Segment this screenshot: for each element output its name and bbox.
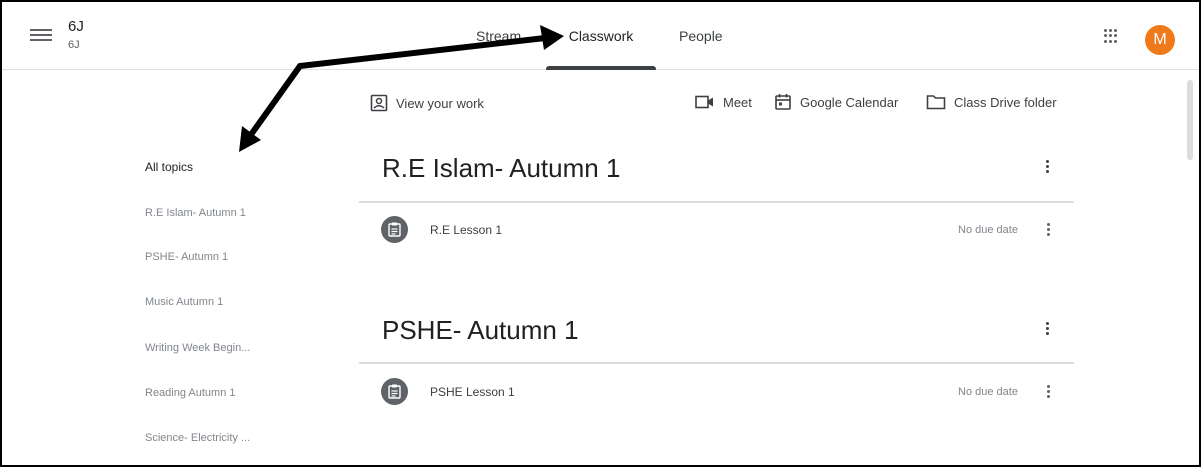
section-more-options-icon[interactable]: [1043, 320, 1051, 340]
tab-people[interactable]: People: [679, 2, 723, 70]
scrollbar-thumb[interactable]: [1187, 80, 1193, 160]
top-app-bar: 6J 6J Stream Classwork People M: [2, 2, 1199, 70]
folder-icon: [926, 95, 946, 110]
google-calendar-button[interactable]: Google Calendar: [774, 92, 898, 112]
class-name[interactable]: 6J: [68, 18, 84, 35]
section-title: R.E Islam- Autumn 1: [382, 153, 621, 183]
apps-grid-icon[interactable]: [1104, 29, 1118, 43]
topic-writing-week[interactable]: Writing Week Begin...: [145, 342, 250, 354]
due-date-label: No due date: [958, 386, 1018, 398]
topic-science-electricity[interactable]: Science- Electricity ...: [145, 432, 250, 444]
class-drive-folder-label: Class Drive folder: [954, 94, 1057, 110]
classroom-window: 6J 6J Stream Classwork People M View you…: [0, 0, 1201, 467]
section-divider: [359, 201, 1074, 203]
topic-music[interactable]: Music Autumn 1: [145, 296, 223, 308]
avatar[interactable]: M: [1145, 25, 1175, 55]
list-item-title[interactable]: R.E Lesson 1: [430, 223, 502, 237]
item-more-options-icon[interactable]: [1044, 221, 1052, 241]
hamburger-menu-icon[interactable]: [30, 26, 52, 46]
class-section: 6J: [68, 39, 80, 51]
topic-all-topics[interactable]: All topics: [145, 160, 193, 174]
video-camera-icon: [695, 95, 713, 109]
section-title: PSHE- Autumn 1: [382, 315, 579, 345]
topic-re-islam[interactable]: R.E Islam- Autumn 1: [145, 207, 246, 219]
google-calendar-label: Google Calendar: [800, 94, 899, 110]
list-item-title[interactable]: PSHE Lesson 1: [430, 385, 515, 399]
meet-label: Meet: [723, 94, 752, 110]
section-divider: [359, 362, 1074, 364]
topic-pshe[interactable]: PSHE- Autumn 1: [145, 251, 228, 263]
due-date-label: No due date: [958, 224, 1018, 236]
item-more-options-icon[interactable]: [1044, 383, 1052, 403]
calendar-icon: [775, 94, 791, 110]
tab-classwork[interactable]: Classwork: [546, 2, 656, 70]
class-drive-folder-button[interactable]: Class Drive folder: [926, 92, 1057, 112]
view-your-work-label: View your work: [396, 95, 484, 111]
assignment-clipboard-icon[interactable]: [381, 216, 408, 243]
view-your-work-button[interactable]: View your work: [370, 93, 484, 113]
topic-reading[interactable]: Reading Autumn 1: [145, 387, 236, 399]
assignment-clipboard-icon[interactable]: [381, 378, 408, 405]
section-more-options-icon[interactable]: [1043, 158, 1051, 178]
account-box-icon: [370, 94, 388, 112]
meet-button[interactable]: Meet: [695, 92, 752, 112]
tab-stream[interactable]: Stream: [476, 2, 521, 70]
